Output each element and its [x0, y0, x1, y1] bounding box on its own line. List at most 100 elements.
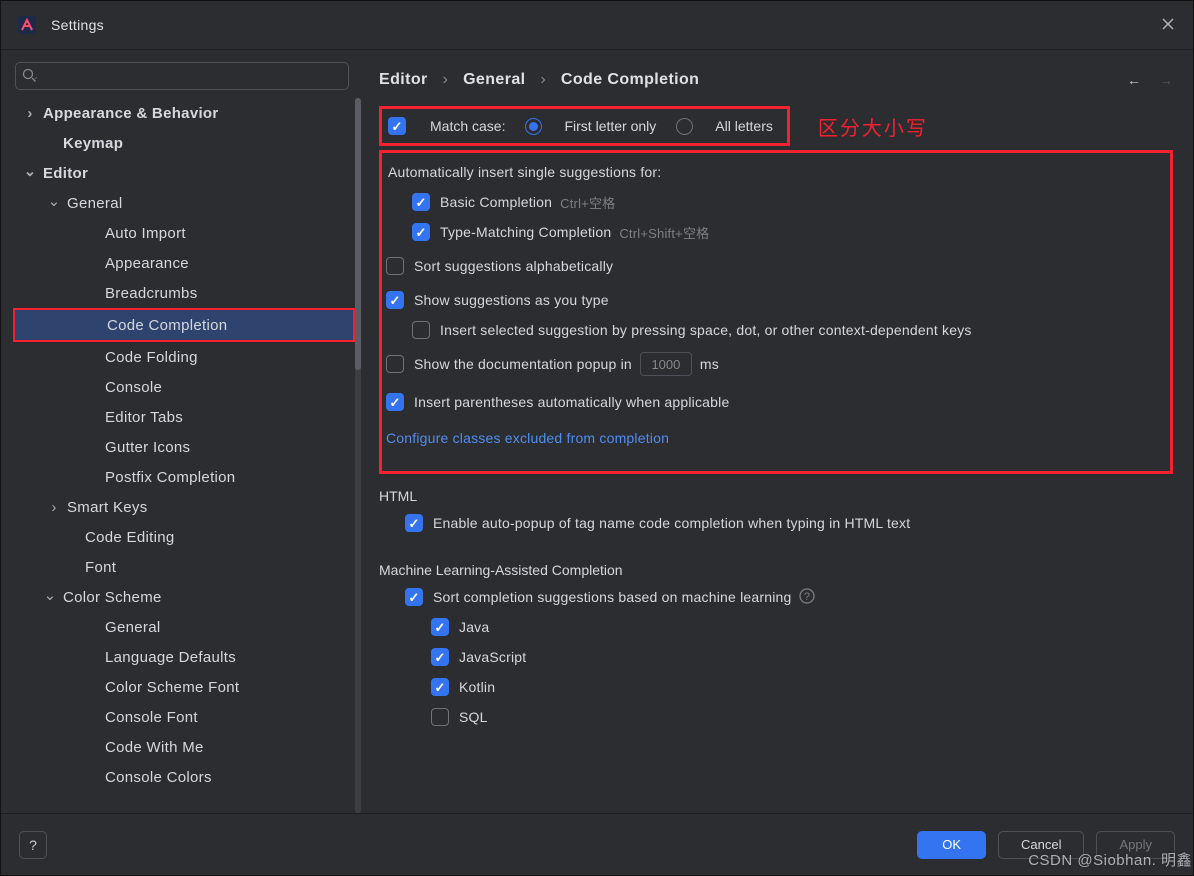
ml-java-checkbox[interactable]	[431, 618, 449, 636]
sidebar-item-console[interactable]: Console	[13, 372, 355, 402]
footer: ? OK Cancel Apply CSDN @Siobhan. 明鑫	[1, 813, 1193, 875]
nav-back-icon[interactable]: ←	[1127, 72, 1141, 88]
insert-paren-label: Insert parentheses automatically when ap…	[414, 394, 729, 410]
insert-paren-checkbox[interactable]	[386, 393, 404, 411]
configure-excluded-link[interactable]: Configure classes excluded from completi…	[386, 430, 669, 446]
ml-sql-label: SQL	[459, 709, 488, 725]
ml-kotlin-checkbox[interactable]	[431, 678, 449, 696]
tree-label: Auto Import	[105, 225, 186, 242]
search-input[interactable]	[15, 62, 349, 90]
doc-popup-suffix: ms	[700, 356, 719, 372]
insert-selected-checkbox[interactable]	[412, 321, 430, 339]
type-matching-checkbox[interactable]	[412, 223, 430, 241]
chevron-down-icon[interactable]: ⌄	[43, 586, 57, 604]
tree-label: Color Scheme	[63, 589, 162, 606]
sidebar-item-console-colors[interactable]: Console Colors	[13, 762, 355, 792]
doc-popup-input[interactable]	[640, 352, 692, 376]
sidebar: › Appearance & Behavior Keymap ⌄ Editor ⌄ Gene…	[1, 60, 361, 813]
search-field[interactable]	[15, 62, 349, 90]
tree-label: Appearance & Behavior	[43, 105, 219, 122]
ok-button[interactable]: OK	[917, 831, 986, 859]
match-case-checkbox[interactable]	[388, 117, 406, 135]
sidebar-item-code-editing[interactable]: Code Editing	[13, 522, 355, 552]
sidebar-item-appearance[interactable]: Appearance	[13, 248, 355, 278]
ml-js-label: JavaScript	[459, 649, 526, 665]
annotation-match-case: 区分大小写	[818, 112, 928, 141]
ml-sort-label: Sort completion suggestions based on mac…	[433, 589, 791, 605]
match-case-label: Match case:	[430, 118, 505, 134]
close-icon[interactable]	[1161, 17, 1177, 33]
doc-popup-checkbox[interactable]	[386, 355, 404, 373]
tree-label: Code With Me	[105, 739, 204, 756]
settings-window: Settings › Appearance & Behavior Keymap ⌄ Ed…	[0, 0, 1194, 876]
insert-selected-label: Insert selected suggestion by pressing s…	[440, 322, 972, 338]
as-you-type-label: Show suggestions as you type	[414, 292, 609, 308]
tree-label: Breadcrumbs	[105, 285, 198, 302]
html-autopopup-label: Enable auto-popup of tag name code compl…	[433, 515, 910, 531]
app-logo-icon	[17, 15, 37, 35]
titlebar: Settings	[1, 1, 1193, 49]
sidebar-item-color-scheme-font[interactable]: Color Scheme Font	[13, 672, 355, 702]
help-button[interactable]: ?	[19, 831, 47, 859]
settings-tree[interactable]: › Appearance & Behavior Keymap ⌄ Editor ⌄ Gene…	[13, 98, 355, 813]
help-icon[interactable]: ?	[799, 588, 815, 607]
sidebar-item-code-folding[interactable]: Code Folding	[13, 342, 355, 372]
as-you-type-checkbox[interactable]	[386, 291, 404, 309]
doc-popup-label: Show the documentation popup in	[414, 356, 632, 372]
sidebar-item-general[interactable]: General	[13, 612, 355, 642]
tree-label: Console Colors	[105, 769, 212, 786]
all-letters-radio[interactable]	[676, 118, 693, 135]
ml-sort-checkbox[interactable]	[405, 588, 423, 606]
sidebar-item-color-scheme[interactable]: ⌄ Color Scheme	[13, 582, 355, 612]
sidebar-item-gutter-icons[interactable]: Gutter Icons	[13, 432, 355, 462]
chevron-down-icon[interactable]: ⌄	[23, 162, 37, 180]
breadcrumb-general[interactable]: General	[463, 71, 525, 88]
sidebar-item-code-with-me[interactable]: Code With Me	[13, 732, 355, 762]
search-icon	[22, 68, 37, 86]
watermark: CSDN @Siobhan. 明鑫	[1028, 849, 1192, 870]
main-panel: Editor › General › Code Completion ← → M…	[361, 60, 1193, 813]
sidebar-item-auto-import[interactable]: Auto Import	[13, 218, 355, 248]
tree-label: Editor	[43, 165, 88, 182]
first-letter-radio[interactable]	[525, 118, 542, 135]
sidebar-item-breadcrumbs[interactable]: Breadcrumbs	[13, 278, 355, 308]
window-title: Settings	[51, 17, 1161, 33]
sidebar-item-general[interactable]: ⌄ General	[13, 188, 355, 218]
tree-label: Console Font	[105, 709, 198, 726]
basic-completion-checkbox[interactable]	[412, 193, 430, 211]
sidebar-item-smart-keys[interactable]: › Smart Keys	[13, 492, 355, 522]
tree-label: General	[105, 619, 160, 636]
ml-section-title: Machine Learning-Assisted Completion	[379, 562, 1173, 578]
ml-sql-checkbox[interactable]	[431, 708, 449, 726]
html-autopopup-checkbox[interactable]	[405, 514, 423, 532]
chevron-right-icon[interactable]: ›	[23, 105, 37, 122]
sidebar-item-font[interactable]: Font	[13, 552, 355, 582]
breadcrumb-editor[interactable]: Editor	[379, 71, 428, 88]
sidebar-item-postfix-completion[interactable]: Postfix Completion	[13, 462, 355, 492]
tree-label: Code Editing	[85, 529, 175, 546]
tree-label: Font	[85, 559, 116, 576]
sidebar-item-editor[interactable]: ⌄ Editor	[13, 158, 355, 188]
tree-label: Console	[105, 379, 162, 396]
tree-label: Color Scheme Font	[105, 679, 239, 696]
tree-label: Language Defaults	[105, 649, 236, 666]
sidebar-item-console-font[interactable]: Console Font	[13, 702, 355, 732]
tree-label: Editor Tabs	[105, 409, 183, 426]
chevron-down-icon[interactable]: ⌄	[47, 192, 61, 210]
sort-alpha-checkbox[interactable]	[386, 257, 404, 275]
ml-js-checkbox[interactable]	[431, 648, 449, 666]
chevron-right-icon[interactable]: ›	[47, 499, 61, 516]
tree-label: General	[67, 195, 122, 212]
ml-java-label: Java	[459, 619, 489, 635]
type-matching-hint: Ctrl+Shift+空格	[619, 223, 709, 242]
tree-label: Code Folding	[105, 349, 198, 366]
sidebar-item-code-completion[interactable]: Code Completion	[15, 310, 353, 340]
sidebar-item-editor-tabs[interactable]: Editor Tabs	[13, 402, 355, 432]
auto-insert-title: Automatically insert single suggestions …	[386, 157, 1160, 187]
sidebar-item-language-defaults[interactable]: Language Defaults	[13, 642, 355, 672]
sidebar-item-appearance-behavior[interactable]: › Appearance & Behavior	[13, 98, 355, 128]
all-letters-label: All letters	[715, 118, 773, 134]
tree-label: Smart Keys	[67, 499, 148, 516]
tree-label: Postfix Completion	[105, 469, 235, 486]
sidebar-item-keymap[interactable]: Keymap	[13, 128, 355, 158]
